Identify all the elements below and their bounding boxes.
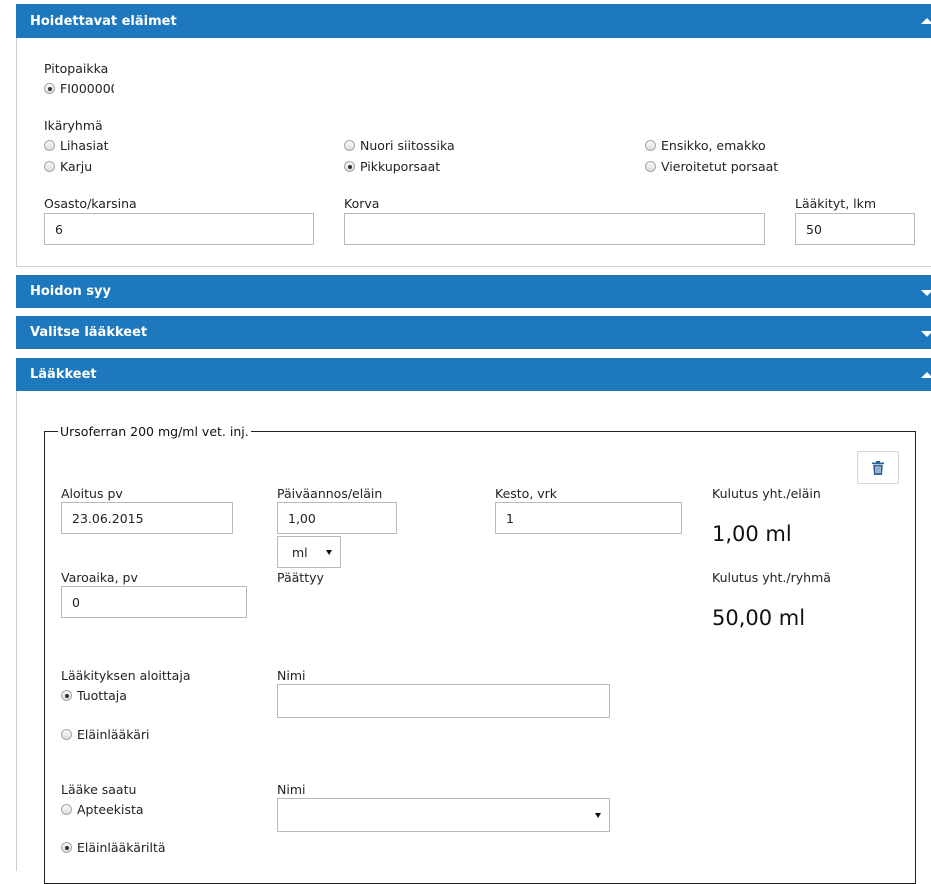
initiator-option-label: Tuottaja <box>77 688 127 703</box>
usage-per-group-value: 50,00 ml <box>712 606 806 630</box>
initiator-option-label: Eläinlääkäri <box>77 727 150 742</box>
source-radio[interactable]: Eläinlääkäriltä <box>61 840 166 855</box>
age-group-option-label: Nuori siitossika <box>360 138 455 153</box>
delete-medicine-button[interactable] <box>857 451 899 484</box>
panel-title: Lääkkeet <box>30 367 97 382</box>
caret-up-icon <box>921 371 931 378</box>
ends-label: Päättyy <box>277 570 324 585</box>
usage-per-animal-value: 1,00 ml <box>712 522 792 546</box>
source-option-label: Apteekista <box>77 802 144 817</box>
caret-up-icon <box>921 18 931 24</box>
panel-header-animals[interactable]: Hoidettavat eläimet <box>16 4 931 38</box>
radio-icon <box>44 83 55 94</box>
age-group-option-label: Pikkuporsaat <box>360 159 441 174</box>
age-group-radio[interactable]: Ensikko, emakko <box>645 138 766 153</box>
radio-icon <box>61 804 72 815</box>
caret-down-icon <box>921 289 931 296</box>
radio-icon <box>344 140 355 151</box>
radio-icon <box>645 161 656 172</box>
panel-title: Hoidon syy <box>30 284 111 299</box>
radio-icon <box>344 161 355 172</box>
count-input[interactable] <box>795 213 915 245</box>
age-group-radio[interactable]: Lihasiat <box>44 138 109 153</box>
dose-input[interactable] <box>277 502 397 534</box>
age-group-label: Ikäryhmä <box>44 118 103 133</box>
radio-icon <box>61 729 72 740</box>
source-radio[interactable]: Apteekista <box>61 802 144 817</box>
age-group-option-label: Karju <box>60 159 93 174</box>
source-name-select[interactable] <box>277 798 610 832</box>
medicine-name: Ursoferran 200 mg/ml vet. inj. <box>60 424 249 439</box>
start-date-input[interactable] <box>61 502 233 534</box>
initiator-name-label: Nimi <box>277 668 306 683</box>
age-group-option-label: Ensikko, emakko <box>661 138 766 153</box>
duration-input[interactable] <box>495 502 682 534</box>
duration-label: Kesto, vrk <box>495 486 558 501</box>
ear-label: Korva <box>344 196 380 211</box>
age-group-option-label: Vieroitetut porsaat <box>661 159 779 174</box>
initiator-label: Lääkityksen aloittaja <box>61 668 191 683</box>
initiator-radio[interactable]: Eläinlääkäri <box>61 727 150 742</box>
dropdown-arrow-icon <box>326 550 332 555</box>
trash-icon <box>872 460 884 475</box>
dose-label: Päiväannos/eläin <box>277 486 383 501</box>
radio-icon <box>44 161 55 172</box>
withdrawal-label: Varoaika, pv <box>61 570 138 585</box>
age-group-option-label: Lihasiat <box>60 138 109 153</box>
radio-icon <box>61 842 72 853</box>
location-option-label: FI000000 <box>60 81 114 96</box>
usage-per-animal-label: Kulutus yht./eläin <box>712 486 821 501</box>
initiator-name-input[interactable] <box>277 684 610 718</box>
panel-header-choose-meds[interactable]: Valitse lääkkeet <box>16 316 931 349</box>
panel-header-meds[interactable]: Lääkkeet <box>16 358 931 391</box>
unit-select[interactable]: ml <box>277 536 341 568</box>
unit-select-value: ml <box>292 544 308 560</box>
source-name-label: Nimi <box>277 782 306 797</box>
usage-per-group-label: Kulutus yht./ryhmä <box>712 570 831 585</box>
radio-icon <box>645 140 656 151</box>
section-label: Osasto/karsina <box>44 196 137 211</box>
initiator-radio[interactable]: Tuottaja <box>61 688 127 703</box>
panel-header-reason[interactable]: Hoidon syy <box>16 275 931 308</box>
age-group-radio[interactable]: Pikkuporsaat <box>344 159 440 174</box>
source-option-label: Eläinlääkäriltä <box>77 840 166 855</box>
age-group-radio[interactable]: Nuori siitossika <box>344 138 455 153</box>
location-label: Pitopaikka <box>44 61 109 76</box>
panel-title: Hoidettavat eläimet <box>30 13 177 29</box>
ear-input[interactable] <box>344 213 765 245</box>
dropdown-arrow-icon <box>595 813 601 818</box>
location-radio[interactable]: FI000000 <box>44 81 114 96</box>
age-group-radio[interactable]: Karju <box>44 159 92 174</box>
radio-icon <box>44 140 55 151</box>
start-date-label: Aloitus pv <box>61 486 123 501</box>
section-input[interactable] <box>44 213 314 245</box>
count-label: Lääkityt, lkm <box>795 196 877 211</box>
caret-down-icon <box>921 330 931 337</box>
age-group-radio[interactable]: Vieroitetut porsaat <box>645 159 778 174</box>
radio-icon <box>61 690 72 701</box>
source-label: Lääke saatu <box>61 782 137 797</box>
withdrawal-input[interactable] <box>61 586 247 618</box>
panel-title: Valitse lääkkeet <box>30 325 148 340</box>
